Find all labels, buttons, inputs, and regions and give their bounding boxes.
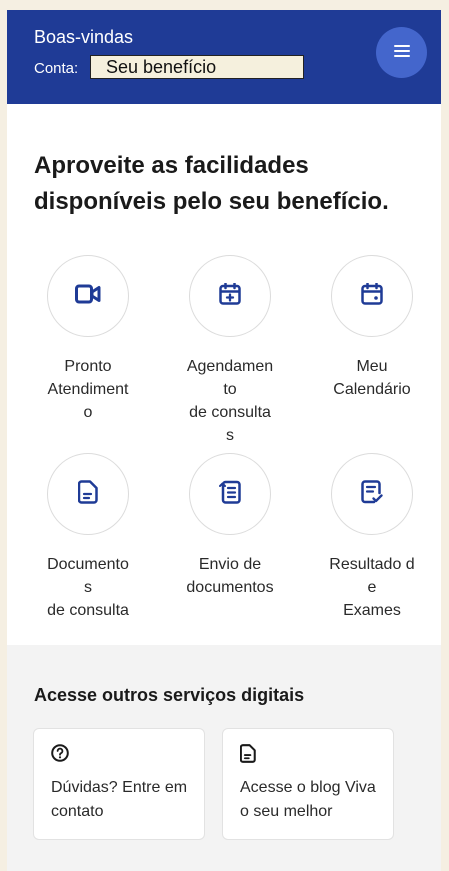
- service-icon-circle: [189, 453, 271, 535]
- app-frame: Boas-vindas Conta: Seu benefício Aprovei…: [7, 10, 441, 871]
- service-resultado-exames[interactable]: Resultado de Exames: [302, 453, 441, 622]
- service-envio-documentos[interactable]: Envio de documentos: [160, 453, 300, 599]
- service-label: Resultado de Exames: [329, 556, 415, 619]
- menu-button[interactable]: [376, 27, 427, 78]
- video-camera-icon: [75, 284, 101, 309]
- service-meu-calendario[interactable]: Meu Calendário: [302, 255, 441, 401]
- service-label: Pronto Atendimento: [47, 358, 129, 421]
- section-title: Acesse outros serviços digitais: [34, 685, 305, 705]
- contact-card[interactable]: Dúvidas? Entre em contato: [33, 728, 205, 840]
- page-title: Aproveite as facilidades disponíveis pel…: [34, 152, 389, 215]
- blog-card[interactable]: Acesse o blog Viva o seu melhor: [222, 728, 394, 840]
- other-services-section: Acesse outros serviços digitais Dúvidas?…: [7, 645, 441, 871]
- service-icon-circle: [47, 453, 129, 535]
- service-icon-circle: [189, 255, 271, 337]
- header: Boas-vindas Conta: Seu benefício: [7, 10, 441, 104]
- service-documentos-consulta[interactable]: Documentos de consulta: [18, 453, 158, 622]
- service-icon-circle: [331, 255, 413, 337]
- service-icon-circle: [47, 255, 129, 337]
- account-select[interactable]: Seu benefício: [90, 55, 304, 79]
- card-text: Dúvidas? Entre em contato: [51, 779, 188, 820]
- service-label: Documentos de consulta: [47, 556, 129, 619]
- account-label: Conta:: [34, 60, 79, 77]
- card-text: Acesse o blog Viva o seu melhor: [240, 779, 376, 820]
- exam-result-icon: [361, 479, 383, 509]
- service-agendamento[interactable]: Agendamento de consultas: [160, 255, 300, 447]
- welcome-text: Boas-vindas: [34, 27, 134, 47]
- question-circle-icon: [51, 744, 69, 767]
- service-icon-circle: [331, 453, 413, 535]
- service-pronto-atendimento[interactable]: Pronto Atendimento: [18, 255, 158, 424]
- document-icon: [77, 479, 98, 509]
- service-label: Envio de documentos: [186, 556, 274, 596]
- document-icon: [239, 744, 256, 768]
- service-label: Meu Calendário: [333, 358, 411, 398]
- calendar-add-icon: [219, 281, 241, 310]
- hamburger-menu-icon: [393, 45, 410, 60]
- service-label: Agendamento de consultas: [186, 358, 274, 444]
- upload-list-icon: [219, 480, 241, 509]
- calendar-icon: [361, 281, 383, 310]
